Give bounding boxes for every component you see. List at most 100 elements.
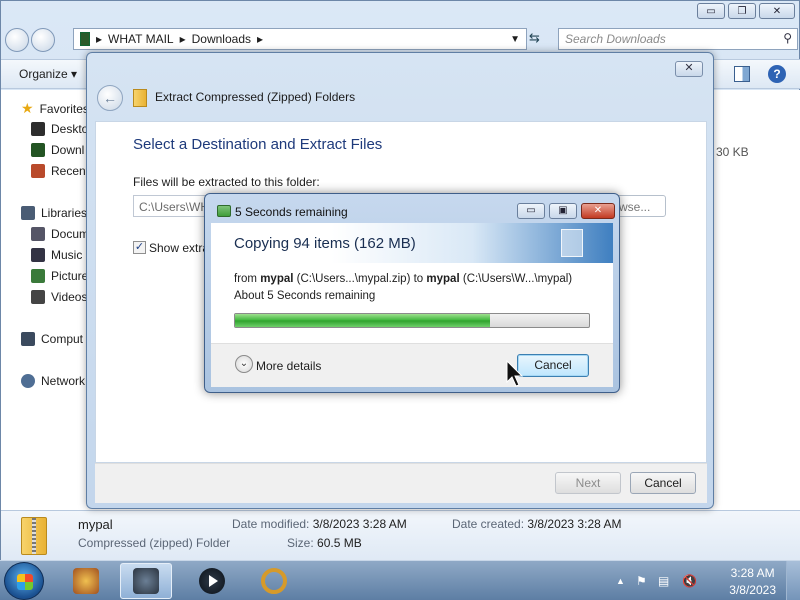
copy-body: from mypal (C:\Users...\mypal.zip) to my… [211,263,613,343]
taskbar-app-explorer[interactable] [120,563,172,599]
sidebar-item-pictures[interactable]: Picture [31,269,88,283]
copy-source-destination: from mypal (C:\Users...\mypal.zip) to my… [234,273,572,285]
sidebar-item-documents[interactable]: Docum [31,227,89,241]
sidebar-item-label: Deskto [51,122,89,136]
sidebar-item-label: Comput [41,332,84,346]
close-button[interactable]: ✕ [759,3,795,19]
back-button[interactable] [5,28,29,52]
libraries-icon [21,206,35,220]
sidebar-item-music[interactable]: Music [31,248,82,262]
details-file-type: Compressed (zipped) Folder [78,536,231,550]
music-icon [31,248,45,262]
details-file-name: mypal [78,517,113,532]
copy-dialog-title: 5 Seconds remaining [235,205,348,219]
copy-dialog-icon [217,205,231,217]
minimize-button[interactable]: ▭ [697,3,725,19]
taskbar-app-security[interactable] [60,563,112,599]
wizard-close-button[interactable]: ✕ [675,61,703,77]
more-details-link[interactable]: More details [256,359,321,373]
play-icon [199,568,225,594]
wizard-footer: Next Cancel [95,463,707,503]
refresh-icon[interactable]: ⇆ [529,30,540,46]
taskbar-app-ring[interactable] [248,563,300,599]
sidebar-item-label: Music [51,248,83,262]
details-size: Size: 60.5 MB [287,536,362,550]
copy-progress-dialog: 5 Seconds remaining ▭ ▣ ✕ Copying 94 ite… [204,193,620,393]
sidebar-item-videos[interactable]: Videos [31,290,87,304]
breadcrumb-separator-icon: ▸ [96,32,103,46]
copy-maximize-button[interactable]: ▣ [549,203,577,219]
show-files-checkbox[interactable]: ✓ [133,241,146,254]
show-desktop-button[interactable] [786,561,800,600]
wizard-back-button[interactable]: ← [97,85,123,111]
search-placeholder: Search Downloads [565,32,666,46]
desktop-icon [31,122,45,136]
sidebar-item-favorites[interactable]: ★ Favorites [21,100,89,117]
navigation-bar: ▸ WHAT MAIL ▸ Downloads ▸ ▼ ⇆ Search Dow… [1,25,800,55]
sidebar-item-label: Docum [51,227,90,241]
downloads-icon [31,143,45,157]
search-input[interactable]: Search Downloads ⚲ [558,28,798,50]
wizard-cancel-button[interactable]: Cancel [630,472,696,494]
taskbar-app-media-player[interactable] [186,563,238,599]
show-hidden-icons-icon[interactable]: ▲ [616,576,630,590]
network-tray-icon[interactable]: ▤ [658,574,672,588]
breadcrumb-separator-icon: ▸ [179,32,186,46]
zip-folder-icon [21,517,47,555]
copy-close-button[interactable]: ✕ [581,203,615,219]
star-icon: ★ [21,100,34,116]
start-button[interactable] [4,562,44,600]
more-details-chevron-icon[interactable]: ⌄ [235,355,253,373]
from-word: from [234,273,257,285]
action-center-flag-icon[interactable]: ⚑ [636,574,650,588]
address-dropdown-icon[interactable]: ▼ [510,34,520,45]
clock[interactable]: 3:28 AM 3/8/2023 [729,565,776,599]
sidebar-item-recent[interactable]: Recent [31,164,89,178]
forward-button[interactable] [31,28,55,52]
sidebar-item-label: Favorites [39,101,89,116]
volume-muted-icon[interactable]: 🔇 [682,574,697,588]
system-tray: ▲ ⚑ ▤ 🔇 3:28 AM 3/8/2023 [610,561,800,600]
details-date-created: Date created: 3/8/2023 3:28 AM [452,517,621,531]
organize-button[interactable]: Organize ▾ [19,67,77,81]
destination-name[interactable]: mypal [426,273,459,285]
copy-minimize-button[interactable]: ▭ [517,203,545,219]
next-button[interactable]: Next [555,472,621,494]
pictures-icon [31,269,45,283]
date-created-value: 3/8/2023 3:28 AM [527,517,622,531]
help-icon[interactable]: ? [768,65,786,83]
sidebar-item-libraries[interactable]: Libraries [21,206,87,220]
sidebar-item-downloads[interactable]: Downl [31,143,84,157]
date-modified-value: 3/8/2023 3:28 AM [312,517,407,531]
time-remaining-text: About 5 Seconds remaining [234,290,376,302]
destination-path-field[interactable]: C:\Users\WH [133,195,208,217]
show-files-label: Show extra [149,241,207,255]
to-word: to [413,273,424,285]
date-created-label: Date created: [452,517,525,531]
recent-places-icon [31,164,45,178]
mouse-cursor-icon [506,360,524,387]
sidebar-item-label: Network [41,374,86,388]
breadcrumb-separator-icon: ▸ [257,32,264,46]
sidebar-item-network[interactable]: Network [21,374,85,388]
preview-pane-icon[interactable] [734,66,750,82]
breadcrumb-what-mail[interactable]: WHAT MAIL [108,32,174,46]
source-name[interactable]: mypal [260,273,293,285]
date-modified-label: Date modified: [232,517,310,531]
browse-button[interactable]: wse... [616,195,666,217]
details-pane: mypal Compressed (zipped) Folder Date mo… [1,510,800,561]
maximize-button[interactable]: ❐ [728,3,756,19]
breadcrumb-downloads[interactable]: Downloads [192,32,251,46]
source-path: (C:\Users...\mypal.zip) [296,273,411,285]
search-icon[interactable]: ⚲ [783,31,792,45]
sidebar-item-desktop[interactable]: Deskto [31,122,88,136]
copy-cancel-button[interactable]: Cancel [517,354,589,377]
copy-heading: Copying 94 items (162 MB) [234,235,416,252]
sidebar-item-label: Downl [51,143,85,157]
copy-footer: ⌄ More details Cancel [211,343,613,387]
address-bar[interactable]: ▸ WHAT MAIL ▸ Downloads ▸ ▼ [73,28,527,50]
sidebar-item-label: Libraries [41,206,88,220]
sidebar-item-computer[interactable]: Comput [21,332,83,346]
document-icon [561,229,583,257]
destination-path: (C:\Users\W...\mypal) [462,273,573,285]
